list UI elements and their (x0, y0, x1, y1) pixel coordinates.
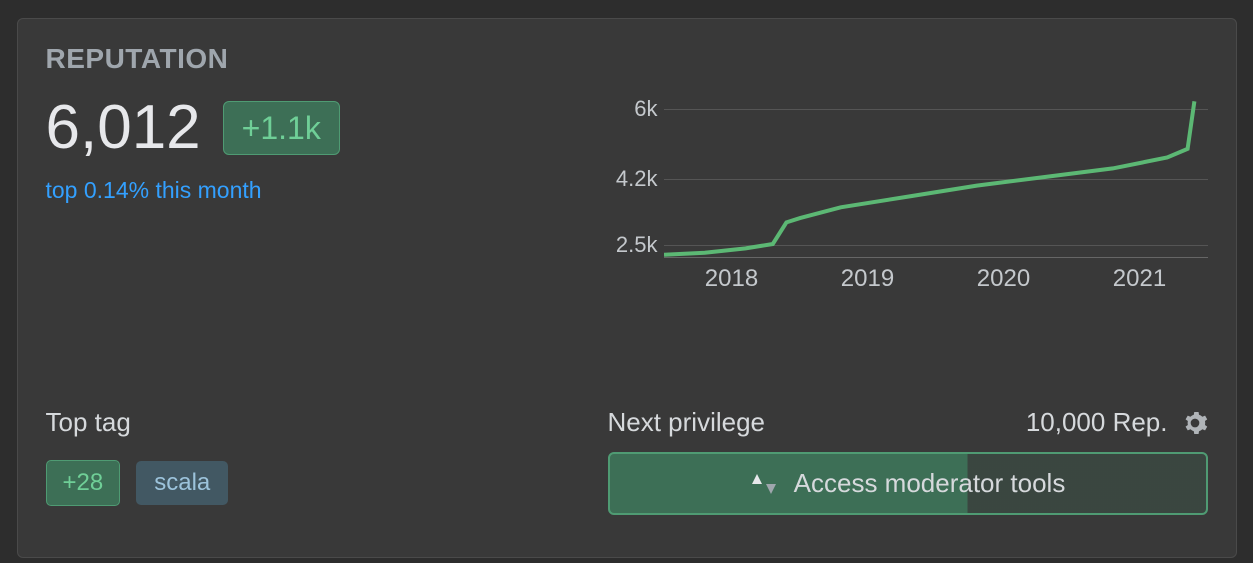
top-tag-block: Top tag +28 scala (46, 407, 229, 506)
x-tick-label: 2019 (800, 265, 936, 293)
reputation-delta-badge: +1.1k (223, 101, 340, 155)
reputation-panel: REPUTATION 6,012 +1.1k top 0.14% this mo… (17, 18, 1237, 558)
y-tick-label: 4.2k (603, 166, 658, 192)
top-row: 6,012 +1.1k top 0.14% this month 6k 4.2k… (46, 97, 1208, 297)
reputation-chart[interactable]: 6k 4.2k 2.5k 2018 2019 2020 2021 (608, 97, 1208, 297)
gear-icon[interactable] (1182, 410, 1208, 436)
top-tag-heading: Top tag (46, 407, 229, 438)
line-plot (664, 97, 1208, 257)
spacer (46, 297, 1208, 407)
x-tick-label: 2018 (664, 265, 800, 293)
top-tag-chip[interactable]: scala (136, 461, 228, 505)
up-down-arrows-icon (750, 472, 778, 496)
top-tag-score-badge: +28 (46, 460, 121, 506)
x-tick-label: 2021 (1072, 265, 1208, 293)
reputation-line (664, 101, 1194, 255)
reputation-summary: 6,012 +1.1k top 0.14% this month (46, 97, 586, 204)
chart-area: 6k 4.2k 2.5k 2018 2019 2020 2021 (608, 97, 1208, 297)
next-privilege-block: Next privilege 10,000 Rep. Access modera… (608, 407, 1208, 515)
x-axis-labels: 2018 2019 2020 2021 (664, 265, 1208, 293)
y-tick-label: 6k (603, 96, 658, 122)
next-privilege-target-wrap: 10,000 Rep. (1026, 407, 1208, 438)
next-privilege-heading: Next privilege (608, 407, 766, 438)
next-privilege-target: 10,000 Rep. (1026, 407, 1168, 438)
next-privilege-label: Access moderator tools (794, 468, 1066, 499)
rank-link[interactable]: top 0.14% this month (46, 177, 262, 204)
next-privilege-header: Next privilege 10,000 Rep. (608, 407, 1208, 438)
reputation-score: 6,012 (46, 97, 201, 159)
next-privilege-button[interactable]: Access moderator tools (608, 452, 1208, 515)
section-heading: REPUTATION (46, 43, 1208, 75)
x-axis (664, 257, 1208, 258)
top-tag-row: +28 scala (46, 460, 229, 506)
bottom-row: Top tag +28 scala Next privilege 10,000 … (46, 407, 1208, 515)
x-tick-label: 2020 (936, 265, 1072, 293)
y-tick-label: 2.5k (603, 232, 658, 258)
reputation-score-row: 6,012 +1.1k (46, 97, 586, 159)
